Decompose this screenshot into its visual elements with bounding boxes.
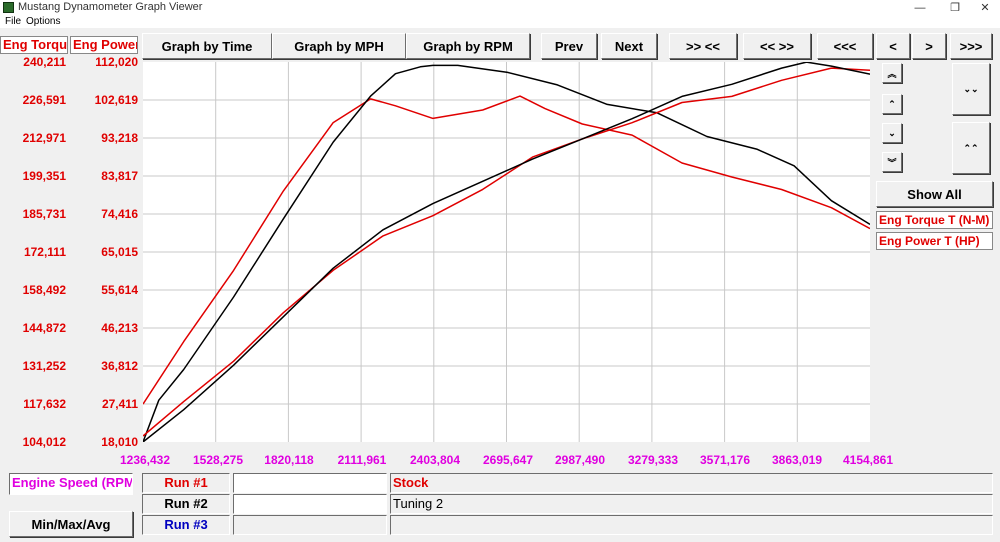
power-tick: 55,614 (101, 283, 138, 297)
legend-power[interactable]: Eng Power T (HP) (876, 232, 993, 250)
run-1-name[interactable]: Stock (390, 473, 993, 493)
scroll-last-button[interactable]: >>> (950, 33, 992, 59)
run-3-name[interactable] (390, 515, 993, 535)
scroll-up-button[interactable]: ⌃ (882, 94, 902, 114)
run-2-file[interactable] (233, 494, 387, 514)
torque-tick: 104,012 (22, 435, 66, 449)
run-3-label[interactable]: Run #3 (142, 515, 230, 535)
menu-options[interactable]: Options (26, 16, 60, 27)
x-tick: 2695,647 (482, 453, 534, 467)
x-axis-selector[interactable]: Engine Speed (RPM) (9, 473, 133, 495)
title-bar: Mustang Dynamometer Graph Viewer — ❐ ✕ (0, 0, 1000, 16)
power-axis-header: Eng Power T (HP) (70, 36, 138, 54)
show-all-button[interactable]: Show All (876, 181, 993, 207)
power-tick: 83,817 (101, 169, 138, 183)
power-tick: 36,812 (101, 359, 138, 373)
scroll-down-fast-button[interactable]: ︾ (882, 152, 902, 172)
dyno-plot[interactable] (142, 61, 871, 443)
x-tick: 3863,019 (771, 453, 823, 467)
x-tick: 1820,118 (264, 453, 314, 467)
x-tick: 3279,333 (627, 453, 679, 467)
min-max-avg-button[interactable]: Min/Max/Avg (9, 511, 133, 537)
legend-torque[interactable]: Eng Torque T (N-M) (876, 211, 993, 229)
window-title: Mustang Dynamometer Graph Viewer (18, 1, 203, 13)
zoom-out-button[interactable]: << >> (743, 33, 811, 59)
maximize-icon[interactable]: ❐ (940, 0, 970, 16)
dyno-chart (142, 61, 871, 443)
torque-tick: 226,591 (22, 93, 66, 107)
torque-tick: 131,252 (22, 359, 66, 373)
torque-tick: 144,872 (22, 321, 66, 335)
run-1-label[interactable]: Run #1 (142, 473, 230, 493)
power-tick: 74,416 (101, 207, 138, 221)
x-tick: 1236,432 (119, 453, 171, 467)
scroll-forward-button[interactable]: > (912, 33, 946, 59)
power-tick: 27,411 (101, 397, 138, 411)
scroll-back-button[interactable]: < (876, 33, 910, 59)
power-tick: 65,015 (101, 245, 138, 259)
power-tick: 112,020 (95, 55, 138, 69)
x-tick: 2987,490 (554, 453, 606, 467)
x-tick: 2111,961 (337, 453, 387, 467)
torque-tick: 172,111 (23, 245, 66, 259)
close-icon[interactable]: ✕ (970, 0, 1000, 16)
torque-tick: 212,971 (22, 131, 66, 145)
torque-tick: 185,731 (22, 207, 66, 221)
torque-tick: 240,211 (23, 55, 66, 69)
power-tick: 46,213 (101, 321, 138, 335)
zoom-in-button[interactable]: >> << (669, 33, 737, 59)
torque-tick: 158,492 (22, 283, 66, 297)
x-tick: 4154,861 (842, 453, 894, 467)
next-button[interactable]: Next (601, 33, 657, 59)
graph-by-time-button[interactable]: Graph by Time (142, 33, 272, 59)
x-tick: 1528,275 (192, 453, 244, 467)
power-tick: 18,010 (101, 435, 138, 449)
graph-by-mph-button[interactable]: Graph by MPH (272, 33, 406, 59)
collapse-button[interactable]: ⌃⌃ (952, 122, 990, 174)
menu-file[interactable]: File (5, 16, 21, 27)
run-2-label[interactable]: Run #2 (142, 494, 230, 514)
menu-bar: File Options (0, 16, 1000, 28)
power-tick: 93,218 (101, 131, 138, 145)
power-tick: 102,619 (94, 93, 138, 107)
expand-button[interactable]: ⌄⌄ (952, 63, 990, 115)
run-1-file[interactable] (233, 473, 387, 493)
x-tick: 2403,804 (409, 453, 461, 467)
run-3-file[interactable] (233, 515, 387, 535)
prev-button[interactable]: Prev (541, 33, 597, 59)
torque-tick: 117,632 (23, 397, 66, 411)
minimize-icon[interactable]: — (905, 0, 935, 16)
app-icon (3, 2, 14, 13)
scroll-first-button[interactable]: <<< (817, 33, 873, 59)
scroll-down-button[interactable]: ⌄ (882, 123, 902, 143)
torque-tick: 199,351 (22, 169, 66, 183)
torque-axis-header: Eng Torque T (N-M) (0, 36, 68, 54)
x-tick: 3571,176 (699, 453, 751, 467)
scroll-up-fast-button[interactable]: ︽ (882, 63, 902, 83)
run-2-name[interactable]: Tuning 2 (390, 494, 993, 514)
graph-by-rpm-button[interactable]: Graph by RPM (406, 33, 530, 59)
